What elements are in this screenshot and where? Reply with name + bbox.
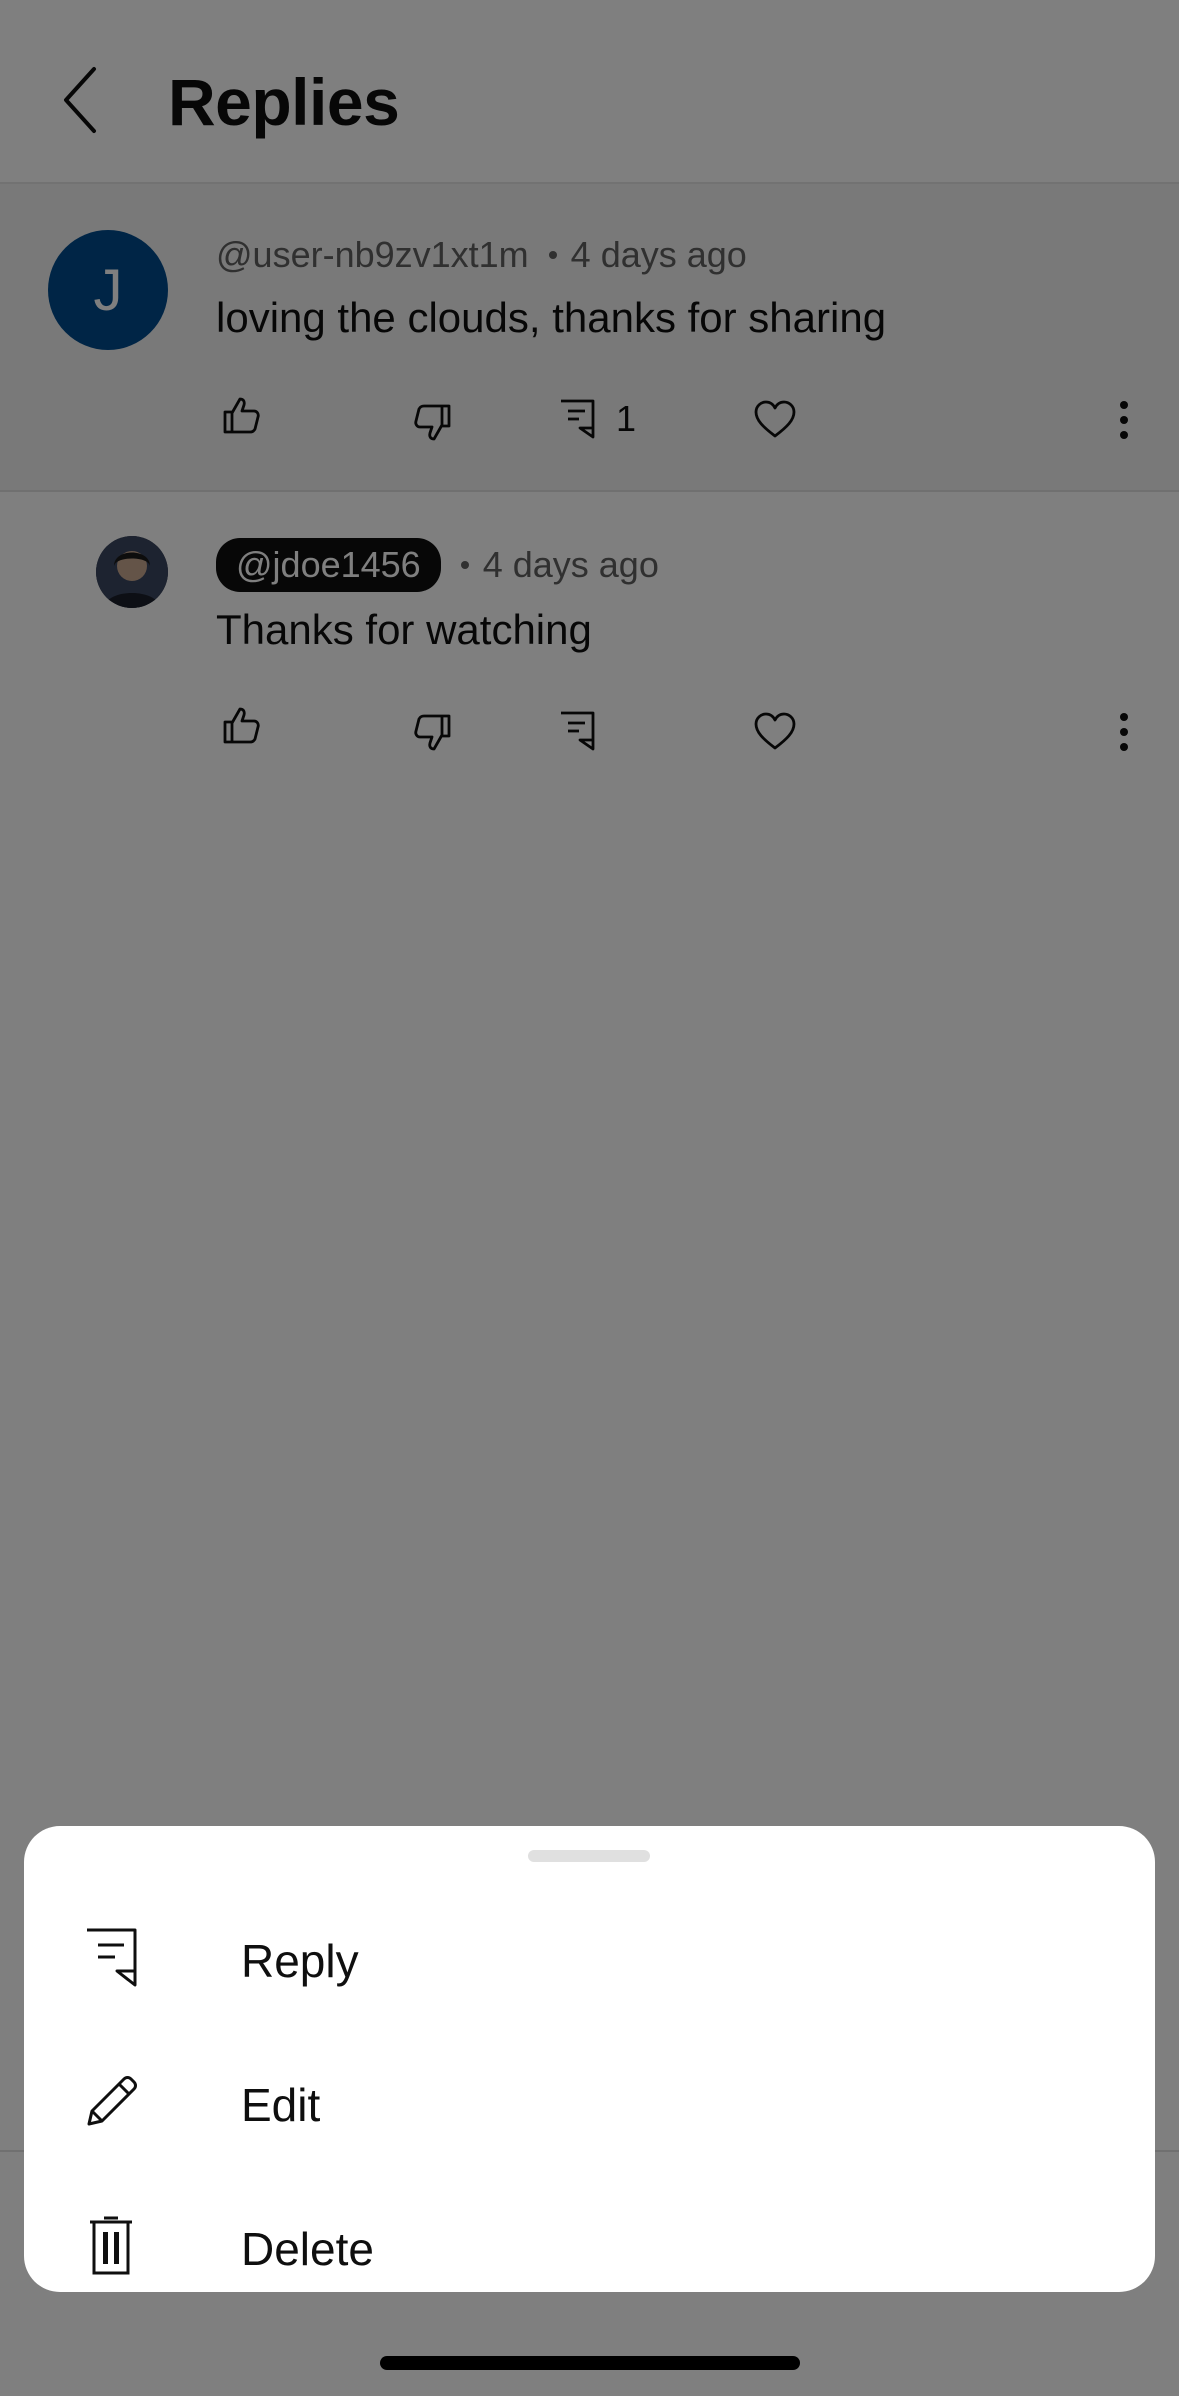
home-indicator[interactable] xyxy=(380,2356,800,2370)
sheet-item-label: Reply xyxy=(241,1935,359,1987)
comment-actions-sheet: Reply Edit Delete xyxy=(24,1826,1155,2292)
sheet-item-label: Delete xyxy=(241,2223,374,2275)
sheet-item-delete[interactable]: Delete xyxy=(24,2176,1155,2316)
sheet-drag-handle[interactable] xyxy=(528,1850,650,1862)
pencil-icon xyxy=(76,2067,146,2137)
sheet-item-edit[interactable]: Edit xyxy=(24,2032,1155,2172)
sheet-item-label: Edit xyxy=(241,2079,321,2131)
sheet-item-reply[interactable]: Reply xyxy=(24,1888,1155,2028)
trash-icon xyxy=(76,2211,146,2281)
reply-icon xyxy=(76,1923,146,1993)
